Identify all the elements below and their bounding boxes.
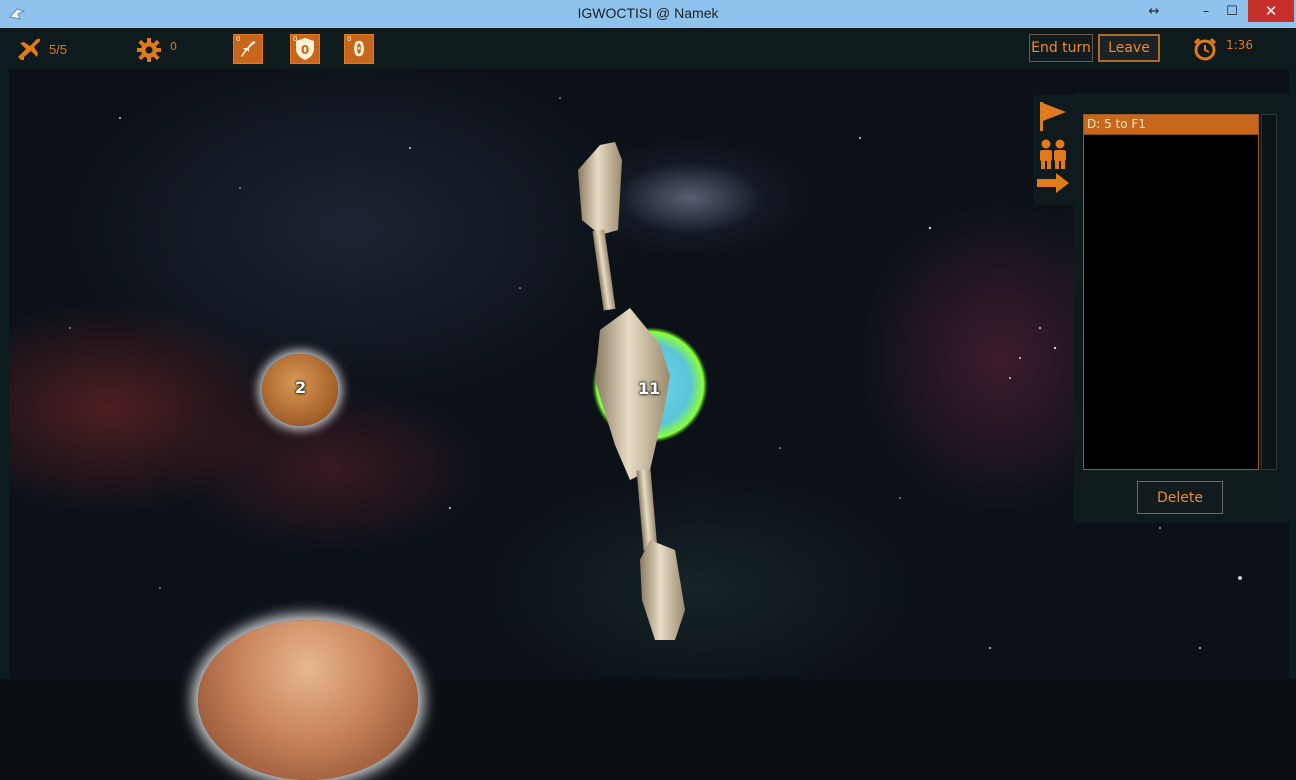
tech-defense-button[interactable]: 0 0 xyxy=(290,34,320,64)
gear-icon xyxy=(137,38,161,62)
alarm-clock-icon xyxy=(1193,37,1217,61)
home-planet-label: 11 xyxy=(638,379,661,398)
timer-value: 1:36 xyxy=(1226,38,1253,52)
zero-value: 0 xyxy=(352,37,366,61)
players-tab[interactable] xyxy=(1036,138,1070,174)
fleet-indicator: 5/5 xyxy=(16,37,67,61)
tech-economy-level: 0 xyxy=(347,35,352,43)
fleet-count: 5/5 xyxy=(49,41,68,57)
flag-tab[interactable] xyxy=(1038,100,1068,136)
production-indicator: 0 xyxy=(136,37,177,63)
jet-icon xyxy=(18,38,41,60)
players-icon xyxy=(1040,139,1066,169)
orders-list[interactable]: D: 5 to F1 xyxy=(1083,114,1259,470)
turn-timer: 1:36 xyxy=(1192,36,1253,62)
top-hud xyxy=(9,28,1289,69)
orders-tab[interactable] xyxy=(1036,172,1070,198)
planet-large[interactable] xyxy=(198,620,418,780)
order-item[interactable]: D: 5 to F1 xyxy=(1084,115,1258,135)
leave-button[interactable]: Leave xyxy=(1098,34,1160,62)
gear-count: 0 xyxy=(170,39,177,53)
tech-offense-button[interactable]: 0 xyxy=(233,34,263,64)
close-button[interactable]: ✕ xyxy=(1248,0,1294,22)
right-frame xyxy=(1289,28,1296,679)
rocket-icon xyxy=(241,41,256,57)
resize-icon[interactable]: ↔ xyxy=(1142,0,1166,22)
arrow-right-icon xyxy=(1037,173,1069,193)
maximize-button[interactable]: ☐ xyxy=(1219,0,1245,22)
window-titlebar: IGWOCTISI @ Namek ↔ – ☐ ✕ xyxy=(0,0,1296,28)
planet-small-label: 2 xyxy=(295,378,307,397)
end-turn-button[interactable]: End turn xyxy=(1029,34,1093,62)
tech-economy-button[interactable]: 0 0 xyxy=(344,34,374,64)
delete-button[interactable]: Delete xyxy=(1137,481,1223,514)
flag-icon xyxy=(1040,102,1066,131)
shield-value: 0 xyxy=(301,43,309,57)
orders-scrollbar[interactable] xyxy=(1261,114,1277,470)
tech-defense-level: 0 xyxy=(293,35,298,43)
minimize-button[interactable]: – xyxy=(1193,0,1219,22)
window-title: IGWOCTISI @ Namek xyxy=(577,5,719,21)
home-planet-with-ship[interactable] xyxy=(570,140,710,660)
left-frame xyxy=(0,28,9,679)
tech-offense-level: 0 xyxy=(236,35,241,43)
